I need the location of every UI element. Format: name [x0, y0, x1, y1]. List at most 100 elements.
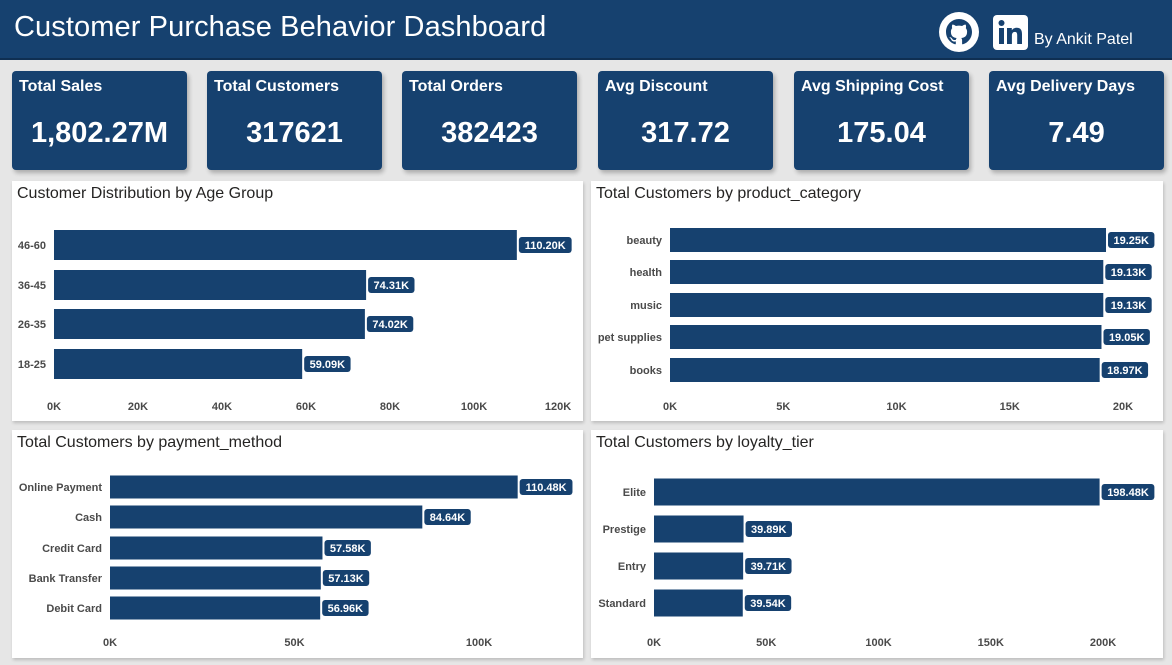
category-label: 36-45 — [18, 280, 46, 292]
category-label: books — [630, 365, 662, 377]
bar[interactable] — [654, 515, 744, 543]
kpi-label: Total Sales — [19, 78, 103, 95]
chart-loyalty-tier[interactable]: Total Customers by loyalty_tier Elite 198… — [591, 430, 1163, 658]
bar[interactable] — [670, 358, 1100, 382]
kpi-label: Avg Delivery Days — [996, 78, 1136, 95]
kpi-value: 317621 — [246, 117, 343, 149]
data-label: 59.09K — [310, 359, 346, 371]
kpi-label: Avg Shipping Cost — [801, 78, 944, 95]
x-tick-label: 100K — [466, 637, 492, 649]
bar[interactable] — [110, 536, 323, 560]
category-label: 18-25 — [18, 359, 46, 371]
data-label: 57.13K — [328, 573, 364, 585]
data-label: 110.48K — [526, 482, 567, 494]
chart-loyalty-tier-plot: Elite 198.48K Prestige 39.89K Entry 39.71K Sta… — [598, 478, 1155, 649]
category-label: Entry — [618, 561, 647, 573]
data-label: 19.13K — [1111, 300, 1147, 312]
github-icon[interactable] — [939, 12, 979, 52]
kpi-card-total-customers: Total Customers 317621 — [207, 71, 382, 170]
bar[interactable] — [670, 293, 1104, 317]
chart-product-category[interactable]: Total Customers by product_category beau… — [591, 181, 1163, 421]
x-tick-label: 5K — [776, 401, 790, 413]
data-label: 110.20K — [525, 240, 566, 252]
x-tick-label: 20K — [128, 401, 148, 413]
data-label: 56.96K — [328, 603, 364, 615]
category-label: 46-60 — [18, 240, 46, 252]
bar[interactable] — [654, 589, 743, 617]
chart-age-group[interactable]: Customer Distribution by Age Group 46-60… — [12, 181, 583, 421]
bar[interactable] — [54, 309, 365, 339]
bar[interactable] — [654, 552, 744, 580]
kpi-card-avg-shipping-cost: Avg Shipping Cost 175.04 — [794, 71, 969, 170]
data-label: 39.89K — [751, 524, 787, 536]
category-label: Credit Card — [42, 543, 102, 555]
data-label: 39.71K — [751, 561, 787, 573]
kpi-card-total-sales: Total Sales 1,802.27M — [12, 71, 187, 170]
kpi-value: 317.72 — [641, 117, 730, 149]
category-label: Bank Transfer — [29, 573, 103, 585]
x-tick-label: 40K — [212, 401, 232, 413]
category-label: beauty — [627, 235, 663, 247]
data-label: 19.05K — [1109, 332, 1145, 344]
bar[interactable] — [670, 260, 1104, 284]
x-tick-label: 50K — [284, 637, 304, 649]
category-label: 26-35 — [18, 319, 46, 331]
page-title: Customer Purchase Behavior Dashboard — [14, 11, 547, 43]
category-label: music — [630, 300, 662, 312]
x-tick-label: 80K — [380, 401, 400, 413]
data-label: 84.64K — [430, 512, 466, 524]
category-label: health — [630, 267, 663, 279]
x-tick-label: 20K — [1113, 401, 1133, 413]
bar[interactable] — [110, 596, 321, 620]
x-tick-label: 10K — [886, 401, 906, 413]
bar[interactable] — [110, 566, 321, 590]
bar[interactable] — [654, 478, 1100, 506]
kpi-value: 382423 — [441, 117, 538, 149]
data-label: 57.58K — [330, 543, 366, 555]
bar[interactable] — [670, 228, 1107, 252]
x-tick-label: 120K — [545, 401, 571, 413]
chart-product-category-plot: beauty 19.25K health 19.13K music 19.13K pet s… — [598, 228, 1155, 413]
x-tick-label: 100K — [461, 401, 487, 413]
bar[interactable] — [110, 505, 423, 529]
kpi-value: 1,802.27M — [30, 117, 169, 149]
kpi-card-avg-delivery-days: Avg Delivery Days 7.49 — [989, 71, 1164, 170]
bar[interactable] — [670, 325, 1102, 349]
data-label: 198.48K — [1107, 487, 1149, 499]
data-label: 74.31K — [374, 280, 410, 292]
x-tick-label: 0K — [663, 401, 677, 413]
kpi-card-avg-discount: Avg Discount 317.72 — [598, 71, 773, 170]
x-tick-label: 0K — [647, 637, 661, 649]
data-label: 19.25K — [1113, 235, 1149, 247]
x-tick-label: 0K — [47, 401, 61, 413]
category-label: Online Payment — [19, 482, 102, 494]
bar[interactable] — [110, 475, 518, 499]
kpi-card-total-orders: Total Orders 382423 — [402, 71, 577, 170]
x-tick-label: 60K — [296, 401, 316, 413]
x-tick-label: 50K — [756, 637, 776, 649]
data-label: 39.54K — [750, 598, 786, 610]
dashboard-header: Customer Purchase Behavior Dashboard By … — [0, 0, 1172, 60]
bar[interactable] — [54, 270, 367, 300]
category-label: pet supplies — [598, 332, 662, 344]
kpi-label: Total Orders — [409, 78, 503, 95]
x-tick-label: 100K — [865, 637, 891, 649]
x-tick-label: 0K — [103, 637, 117, 649]
data-label: 19.13K — [1111, 267, 1147, 279]
linkedin-icon[interactable] — [993, 15, 1028, 50]
x-tick-label: 15K — [1000, 401, 1020, 413]
bar[interactable] — [54, 349, 303, 379]
x-tick-label: 200K — [1090, 637, 1116, 649]
kpi-value: 175.04 — [837, 117, 926, 149]
chart-age-group-plot: 46-60 110.20K 36-45 74.31K 26-35 74.02K 18-25 5… — [18, 230, 572, 413]
author-name: By Ankit Patel — [1034, 31, 1133, 48]
chart-payment-method[interactable]: Total Customers by payment_method Online… — [12, 430, 583, 658]
kpi-label: Avg Discount — [605, 78, 708, 95]
category-label: Elite — [623, 487, 646, 499]
category-label: Prestige — [603, 524, 646, 536]
data-label: 74.02K — [372, 319, 408, 331]
bar[interactable] — [54, 230, 517, 260]
kpi-label: Total Customers — [214, 78, 340, 95]
kpi-value: 7.49 — [1048, 117, 1105, 149]
data-label: 18.97K — [1107, 365, 1143, 377]
